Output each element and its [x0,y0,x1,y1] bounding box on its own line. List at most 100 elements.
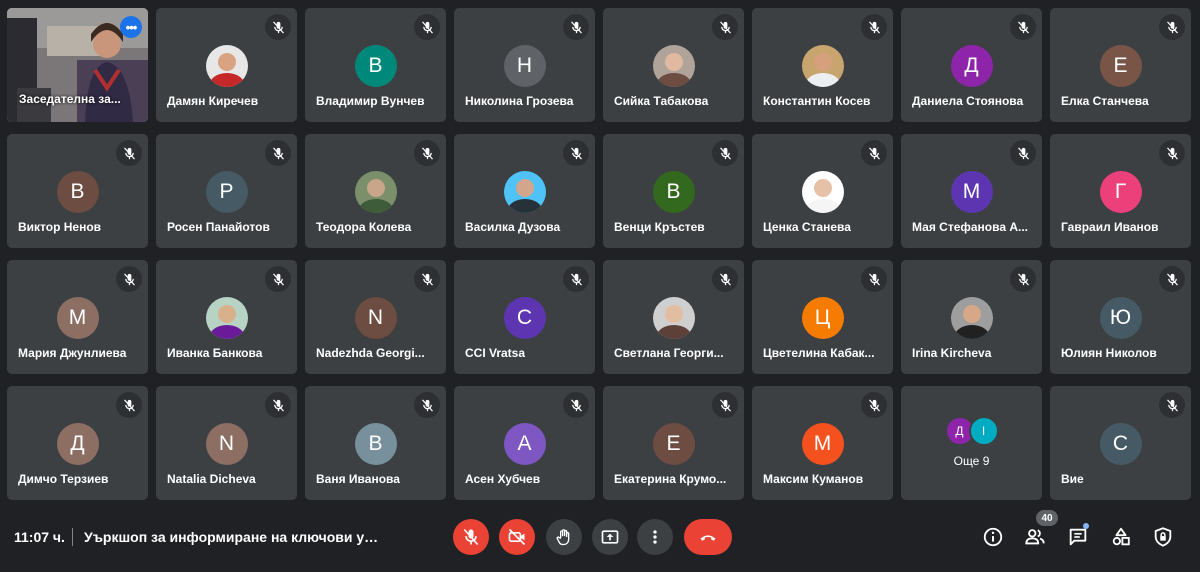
participant-tile[interactable]: В Венци Кръстев [603,134,744,248]
participant-tile[interactable]: Василка Дузова [454,134,595,248]
people-button[interactable] [1020,522,1050,552]
avatar-photo-head [813,53,832,71]
mic-off-icon [123,146,135,160]
muted-indicator [861,266,887,292]
self-view-more-icon[interactable]: ••• [120,16,142,38]
muted-indicator [265,140,291,166]
avatar-photo-head [217,305,236,323]
avatar-photo-body [805,199,840,213]
muted-indicator [116,266,142,292]
muted-indicator [265,266,291,292]
present-icon [601,530,619,544]
participant-tile[interactable]: Константин Косев [752,8,893,122]
avatar: Ц [801,297,844,339]
participant-name: Natalia Dicheva [167,472,256,486]
participant-name: Мая Стефанова А... [912,220,1029,234]
participant-tile[interactable]: М Максим Куманов [752,386,893,500]
muted-indicator [712,266,738,292]
participant-tile[interactable]: N Natalia Dicheva [156,386,297,500]
muted-indicator [861,140,887,166]
participant-tile[interactable]: Сийка Табакова [603,8,744,122]
avatar-photo-body [358,199,393,213]
participant-name: Цветелина Кабак... [763,346,875,360]
avatar: А [503,423,546,465]
participant-name: Николина Грозева [465,94,574,108]
participant-tile[interactable]: В Владимир Вунчев [305,8,446,122]
participant-tile[interactable]: В Виктор Ненов [7,134,148,248]
avatar-photo-body [507,199,542,213]
participant-tile[interactable]: Irina Kircheva [901,260,1042,374]
participant-tile[interactable]: М Мая Стефанова А... [901,134,1042,248]
participant-tile[interactable]: Р Росен Панайотов [156,134,297,248]
self-view-tile[interactable]: ••• Заседателна за... [7,8,148,122]
meeting-title: Уъркшоп за информиране на ключови уча... [84,529,384,545]
participant-name: Константин Косев [763,94,871,108]
muted-indicator [861,14,887,40]
participant-tile[interactable]: Ц Цветелина Кабак... [752,260,893,374]
participant-tile[interactable]: Н Николина Грозева [454,8,595,122]
participant-name: Даниела Стоянова [912,94,1024,108]
participant-tile[interactable]: Е Елка Станчева [1050,8,1191,122]
muted-indicator [265,14,291,40]
meeting-details-button[interactable] [978,522,1008,552]
muted-indicator [712,14,738,40]
present-button[interactable] [592,519,628,555]
participant-tile[interactable]: C CCI Vratsa [454,260,595,374]
mic-off-icon [272,398,284,412]
participant-name: Irina Kircheva [912,346,992,360]
participant-name: Юлиян Николов [1061,346,1157,360]
hand-icon [556,529,570,546]
avatar: Д [56,423,99,465]
avatar-photo-head [664,53,683,71]
self-view-name: Заседателна за... [19,92,121,106]
participant-tile[interactable]: В Ваня Иванова [305,386,446,500]
participant-tile[interactable]: А Асен Хубчев [454,386,595,500]
participant-tile[interactable]: Д Димчо Терзиев [7,386,148,500]
participant-tile[interactable]: С Вие [1050,386,1191,500]
participant-tile[interactable]: Д Даниела Стоянова [901,8,1042,122]
participant-tile[interactable]: N Nadezhda Georgi... [305,260,446,374]
participant-tile[interactable]: Ценка Станева [752,134,893,248]
participant-tile[interactable]: Иванка Банкова [156,260,297,374]
participant-tile[interactable]: Светлана Георги... [603,260,744,374]
muted-indicator [861,392,887,418]
participant-tile[interactable]: Теодора Колева [305,134,446,248]
avatar-photo-body [209,73,244,87]
participant-name: Асен Хубчев [465,472,541,486]
participant-name: Nadezhda Georgi... [316,346,425,360]
avatar-photo-body [805,73,840,87]
avatar: Д [950,45,993,87]
avatar-photo-head [366,179,385,197]
more-participants-tile[interactable]: Д I Още 9 [901,386,1042,500]
mic-off-icon [1166,398,1178,412]
leave-call-button[interactable] [684,519,732,555]
avatar-photo-head [962,305,981,323]
host-controls-button[interactable] [1148,522,1178,552]
muted-indicator [712,140,738,166]
avatar: N [205,423,248,465]
participant-tile[interactable]: Е Екатерина Крумо... [603,386,744,500]
participant-tile[interactable]: М Мария Джунлиева [7,260,148,374]
participant-name: Виктор Ненов [18,220,102,234]
muted-indicator [116,392,142,418]
mic-off-button[interactable] [453,519,489,555]
muted-indicator [414,14,440,40]
camera-off-button[interactable] [499,519,535,555]
participant-tile[interactable]: Г Гавраил Иванов [1050,134,1191,248]
participant-tile[interactable]: Ю Юлиян Николов [1050,260,1191,374]
participant-count-badge: 40 [1036,510,1058,526]
participant-name: Екатерина Крумо... [614,472,727,486]
avatar: Ю [1099,297,1142,339]
muted-indicator [712,392,738,418]
participant-tile[interactable]: Дамян Киречев [156,8,297,122]
raise-hand-button[interactable] [546,519,582,555]
muted-indicator [1010,266,1036,292]
activities-button[interactable] [1106,522,1136,552]
more-options-button[interactable] [637,519,673,555]
participant-name: Мария Джунлиева [18,346,127,360]
avatar: I [968,416,999,446]
participant-name: Вие [1061,472,1084,486]
info-icon [983,527,1003,547]
participant-name: Иванка Банкова [167,346,263,360]
avatar: В [354,423,397,465]
